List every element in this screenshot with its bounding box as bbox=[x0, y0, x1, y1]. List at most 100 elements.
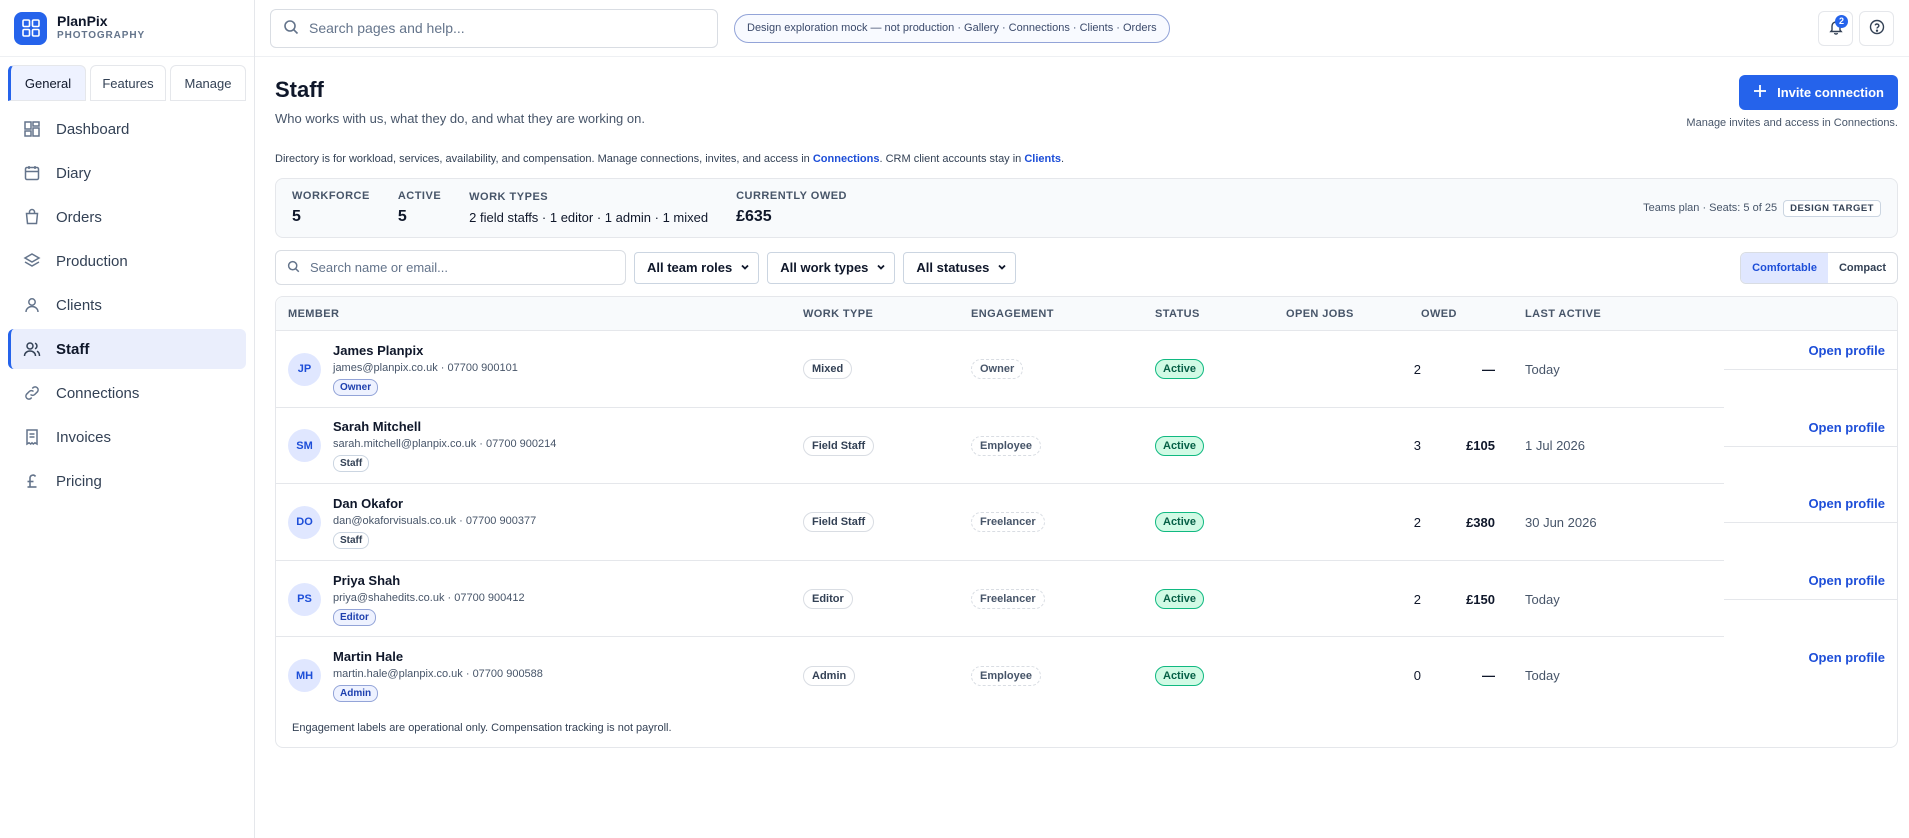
sidebar-tabs: General Features Manage bbox=[8, 65, 246, 101]
owed-value: — bbox=[1482, 361, 1495, 377]
sidebar-item-label: Dashboard bbox=[56, 120, 130, 138]
user-icon bbox=[22, 295, 42, 315]
open-profile-link[interactable]: Open profile bbox=[1808, 573, 1885, 588]
receipt-icon bbox=[22, 427, 42, 447]
table-row[interactable]: PS Priya Shah priya@shahedits.co.uk · 07… bbox=[276, 561, 1897, 638]
team-roles-select[interactable]: All team roles bbox=[634, 251, 760, 284]
open-profile-link[interactable]: Open profile bbox=[1808, 343, 1885, 358]
member-name: Sarah Mitchell bbox=[333, 419, 422, 435]
engagement-cell: Employee bbox=[971, 665, 1155, 686]
sidebar-item-pricing[interactable]: Pricing bbox=[8, 461, 246, 501]
col-owed[interactable]: OWED bbox=[1421, 308, 1495, 320]
sidebar-item-staff[interactable]: Staff bbox=[8, 329, 246, 369]
col-last-active[interactable]: LAST ACTIVE bbox=[1495, 308, 1660, 320]
work-type-chip: Mixed bbox=[803, 359, 853, 380]
directory-note-text: . bbox=[1061, 153, 1065, 165]
col-open-jobs[interactable]: OPEN JOBS bbox=[1286, 308, 1421, 320]
directory-note: Directory is for workload, services, ava… bbox=[275, 153, 1898, 165]
member-cell: DO Dan Okafor dan@okaforvisuals.co.uk · … bbox=[276, 496, 803, 549]
sidebar-item-production[interactable]: Production bbox=[8, 241, 246, 281]
work-type-cell: Admin bbox=[803, 665, 971, 686]
open-profile-link[interactable]: Open profile bbox=[1808, 496, 1885, 511]
member-search-input[interactable]: Search name or email... bbox=[275, 250, 626, 285]
sidebar-item-clients[interactable]: Clients bbox=[8, 285, 246, 325]
page-content: Staff Who works with us, what they do, a… bbox=[255, 57, 1909, 748]
clients-link[interactable]: Clients bbox=[1024, 153, 1061, 165]
engagement-chip: Freelancer bbox=[971, 512, 1045, 533]
tab-manage[interactable]: Manage bbox=[170, 65, 246, 101]
chevron-down-icon bbox=[997, 260, 1007, 275]
help-button[interactable] bbox=[1859, 10, 1894, 46]
tab-general[interactable]: General bbox=[8, 65, 86, 101]
connections-link[interactable]: Connections bbox=[813, 153, 880, 165]
notification-badge: 2 bbox=[1835, 14, 1848, 28]
col-status[interactable]: STATUS bbox=[1155, 308, 1286, 320]
last-active-value: Today bbox=[1525, 591, 1560, 607]
stat-value: 5 bbox=[292, 208, 301, 225]
bag-icon bbox=[22, 207, 42, 227]
tab-features[interactable]: Features bbox=[90, 65, 166, 101]
sidebar-nav: Dashboard Diary Orders Production Client… bbox=[0, 107, 254, 503]
avatar: JP bbox=[288, 352, 321, 386]
table-row[interactable]: SM Sarah Mitchell sarah.mitchell@planpix… bbox=[276, 408, 1897, 485]
open-profile-link[interactable]: Open profile bbox=[1808, 420, 1885, 435]
engagement-cell: Freelancer bbox=[971, 512, 1155, 533]
link-icon bbox=[22, 383, 42, 403]
statuses-select[interactable]: All statuses bbox=[903, 251, 1017, 284]
search-input[interactable]: Search pages and help... bbox=[270, 8, 718, 48]
sidebar-item-diary[interactable]: Diary bbox=[8, 153, 246, 193]
status-cell: Active bbox=[1155, 512, 1286, 533]
search-icon bbox=[283, 19, 299, 38]
notifications-button[interactable]: 2 bbox=[1818, 10, 1853, 46]
status-badge: Active bbox=[1155, 512, 1205, 533]
col-member[interactable]: MEMBER bbox=[276, 308, 803, 320]
chevron-down-icon bbox=[876, 260, 886, 275]
brand[interactable]: PlanPix PHOTOGRAPHY bbox=[0, 0, 254, 57]
row-divider bbox=[1724, 522, 1897, 524]
open-profile-link[interactable]: Open profile bbox=[1808, 650, 1885, 665]
app-logo-icon bbox=[14, 11, 47, 45]
open-jobs-value: 2 bbox=[1413, 514, 1421, 530]
pound-icon bbox=[22, 471, 42, 491]
avatar: PS bbox=[288, 582, 321, 616]
table-row[interactable]: JP James Planpix james@planpix.co.uk · 0… bbox=[276, 331, 1897, 408]
last-active-value: 1 Jul 2026 bbox=[1525, 438, 1585, 454]
comfortable-button[interactable]: Comfortable bbox=[1741, 252, 1828, 283]
page-subtitle: Who works with us, what they do, and wha… bbox=[275, 111, 645, 126]
status-badge: Active bbox=[1155, 665, 1205, 686]
invite-connection-button[interactable]: Invite connection bbox=[1739, 75, 1898, 110]
sidebar-item-orders[interactable]: Orders bbox=[8, 197, 246, 237]
col-engagement[interactable]: ENGAGEMENT bbox=[971, 308, 1155, 320]
row-divider bbox=[1724, 445, 1897, 447]
sidebar-item-label: Production bbox=[56, 252, 128, 270]
mock-banner: Design exploration mock — not production… bbox=[734, 13, 1170, 43]
compact-button[interactable]: Compact bbox=[1828, 253, 1897, 283]
plan-info: Teams plan · Seats: 5 of 25 DESIGN TARGE… bbox=[1643, 199, 1881, 217]
page-title: Staff bbox=[275, 77, 324, 102]
sidebar-item-dashboard[interactable]: Dashboard bbox=[8, 109, 246, 149]
engagement-cell: Owner bbox=[971, 359, 1155, 380]
plan-text: Teams plan · Seats: 5 of 25 bbox=[1643, 202, 1778, 214]
main: Search pages and help... Design explorat… bbox=[255, 0, 1909, 838]
member-cell: MH Martin Hale martin.hale@planpix.co.uk… bbox=[276, 649, 803, 703]
member-contact: priya@shahedits.co.uk · 07700 900412 bbox=[333, 591, 525, 604]
sidebar-item-label: Invoices bbox=[56, 428, 112, 446]
sidebar-item-invoices[interactable]: Invoices bbox=[8, 417, 246, 457]
engagement-cell: Employee bbox=[971, 435, 1155, 456]
stat-value: 5 bbox=[397, 208, 407, 225]
role-tag: Staff bbox=[333, 455, 370, 473]
engagement-cell: Freelancer bbox=[971, 589, 1155, 610]
table-row[interactable]: MH Martin Hale martin.hale@planpix.co.uk… bbox=[276, 637, 1897, 714]
directory-note-text: Directory is for workload, services, ava… bbox=[275, 153, 813, 165]
member-name: James Planpix bbox=[333, 342, 424, 358]
work-types-select[interactable]: All work types bbox=[767, 251, 896, 284]
open-jobs-value: 0 bbox=[1413, 668, 1421, 684]
brand-subtitle: PHOTOGRAPHY bbox=[57, 30, 146, 41]
table-row[interactable]: DO Dan Okafor dan@okaforvisuals.co.uk · … bbox=[276, 484, 1897, 561]
open-jobs-value: 2 bbox=[1413, 361, 1421, 377]
sidebar-item-connections[interactable]: Connections bbox=[8, 373, 246, 413]
status-badge: Active bbox=[1155, 589, 1205, 610]
work-type-chip: Field Staff bbox=[803, 512, 875, 533]
col-work-type[interactable]: WORK TYPE bbox=[803, 308, 971, 320]
stat-work-types: WORK TYPES 2 field staffs · 1 editor · 1… bbox=[469, 191, 708, 225]
